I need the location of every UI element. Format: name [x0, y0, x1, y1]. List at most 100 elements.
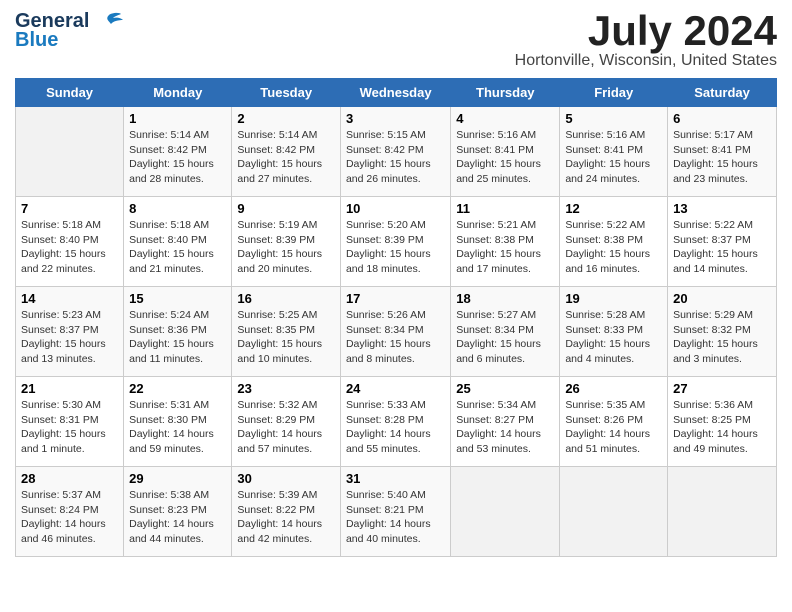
day-number: 4 — [456, 111, 554, 126]
day-number: 1 — [129, 111, 226, 126]
calendar-cell: 3 Sunrise: 5:15 AM Sunset: 8:42 PM Daylig… — [340, 107, 450, 197]
calendar-cell: 26Sunrise: 5:35 AM Sunset: 8:26 PM Dayli… — [560, 377, 668, 467]
day-number: 15 — [129, 291, 226, 306]
day-info: Sunrise: 5:34 AM Sunset: 8:27 PM Dayligh… — [456, 398, 554, 457]
day-info: Sunrise: 5:22 AM Sunset: 8:37 PM Dayligh… — [673, 218, 771, 277]
day-number: 5 — [565, 111, 662, 126]
day-info: Sunrise: 5:14 AM Sunset: 8:42 PM Dayligh… — [129, 128, 226, 187]
day-number: 20 — [673, 291, 771, 306]
calendar-cell: 31 Sunrise: 5:40 AM Sunset: 8:21 PM Dayli… — [340, 467, 450, 557]
logo-text-blue: Blue — [15, 29, 58, 52]
calendar-cell: 4 Sunrise: 5:16 AM Sunset: 8:41 PM Daylig… — [451, 107, 560, 197]
day-number: 6 — [673, 111, 771, 126]
calendar-cell: 21Sunrise: 5:30 AM Sunset: 8:31 PM Dayli… — [16, 377, 124, 467]
day-info: Sunrise: 5:17 AM Sunset: 8:41 PM Dayligh… — [673, 128, 771, 187]
calendar-cell: 28 Sunrise: 5:37 AM Sunset: 8:24 PM Dayli… — [16, 467, 124, 557]
day-info: Sunrise: 5:23 AM Sunset: 8:37 PM Dayligh… — [21, 308, 118, 367]
header-wednesday: Wednesday — [340, 79, 450, 107]
calendar-cell: 10 Sunrise: 5:20 AM Sunset: 8:39 PM Dayli… — [340, 197, 450, 287]
calendar-cell: 16 Sunrise: 5:25 AM Sunset: 8:35 PM Dayli… — [232, 287, 341, 377]
calendar-cell: 19 Sunrise: 5:28 AM Sunset: 8:33 PM Dayli… — [560, 287, 668, 377]
calendar-cell — [16, 107, 124, 197]
day-number: 21 — [21, 381, 118, 396]
month-title: July 2024 — [515, 10, 777, 52]
day-number: 30 — [237, 471, 335, 486]
calendar-cell — [451, 467, 560, 557]
day-info: Sunrise: 5:26 AM Sunset: 8:34 PM Dayligh… — [346, 308, 445, 367]
calendar-week-row: 28 Sunrise: 5:37 AM Sunset: 8:24 PM Dayli… — [16, 467, 777, 557]
day-number: 18 — [456, 291, 554, 306]
calendar-cell: 1 Sunrise: 5:14 AM Sunset: 8:42 PM Daylig… — [124, 107, 232, 197]
day-info: Sunrise: 5:20 AM Sunset: 8:39 PM Dayligh… — [346, 218, 445, 277]
calendar-cell: 7Sunrise: 5:18 AM Sunset: 8:40 PM Daylig… — [16, 197, 124, 287]
calendar-table: SundayMondayTuesdayWednesdayThursdayFrid… — [15, 78, 777, 557]
day-number: 29 — [129, 471, 226, 486]
day-info: Sunrise: 5:24 AM Sunset: 8:36 PM Dayligh… — [129, 308, 226, 367]
calendar-cell: 29Sunrise: 5:38 AM Sunset: 8:23 PM Dayli… — [124, 467, 232, 557]
calendar-cell: 17 Sunrise: 5:26 AM Sunset: 8:34 PM Dayli… — [340, 287, 450, 377]
day-number: 17 — [346, 291, 445, 306]
day-info: Sunrise: 5:37 AM Sunset: 8:24 PM Dayligh… — [21, 488, 118, 547]
logo-bird-icon — [91, 11, 123, 33]
calendar-cell: 5 Sunrise: 5:16 AM Sunset: 8:41 PM Daylig… — [560, 107, 668, 197]
day-number: 23 — [237, 381, 335, 396]
calendar-week-row: 21Sunrise: 5:30 AM Sunset: 8:31 PM Dayli… — [16, 377, 777, 467]
day-info: Sunrise: 5:22 AM Sunset: 8:38 PM Dayligh… — [565, 218, 662, 277]
day-number: 16 — [237, 291, 335, 306]
day-number: 10 — [346, 201, 445, 216]
day-number: 24 — [346, 381, 445, 396]
day-number: 11 — [456, 201, 554, 216]
day-info: Sunrise: 5:31 AM Sunset: 8:30 PM Dayligh… — [129, 398, 226, 457]
day-info: Sunrise: 5:15 AM Sunset: 8:42 PM Dayligh… — [346, 128, 445, 187]
day-info: Sunrise: 5:36 AM Sunset: 8:25 PM Dayligh… — [673, 398, 771, 457]
calendar-week-row: 14Sunrise: 5:23 AM Sunset: 8:37 PM Dayli… — [16, 287, 777, 377]
header-tuesday: Tuesday — [232, 79, 341, 107]
day-number: 19 — [565, 291, 662, 306]
header-monday: Monday — [124, 79, 232, 107]
calendar-cell: 14Sunrise: 5:23 AM Sunset: 8:37 PM Dayli… — [16, 287, 124, 377]
calendar-cell: 27Sunrise: 5:36 AM Sunset: 8:25 PM Dayli… — [668, 377, 777, 467]
day-info: Sunrise: 5:18 AM Sunset: 8:40 PM Dayligh… — [129, 218, 226, 277]
day-number: 22 — [129, 381, 226, 396]
day-number: 13 — [673, 201, 771, 216]
day-info: Sunrise: 5:21 AM Sunset: 8:38 PM Dayligh… — [456, 218, 554, 277]
calendar-cell: 20Sunrise: 5:29 AM Sunset: 8:32 PM Dayli… — [668, 287, 777, 377]
calendar-cell: 30Sunrise: 5:39 AM Sunset: 8:22 PM Dayli… — [232, 467, 341, 557]
day-info: Sunrise: 5:28 AM Sunset: 8:33 PM Dayligh… — [565, 308, 662, 367]
day-number: 12 — [565, 201, 662, 216]
day-info: Sunrise: 5:16 AM Sunset: 8:41 PM Dayligh… — [565, 128, 662, 187]
calendar-week-row: 1 Sunrise: 5:14 AM Sunset: 8:42 PM Daylig… — [16, 107, 777, 197]
calendar-cell: 23Sunrise: 5:32 AM Sunset: 8:29 PM Dayli… — [232, 377, 341, 467]
calendar-week-row: 7 Sunrise: 5:18 AM Sunset: 8:40 PM Daylig… — [16, 197, 777, 287]
header-friday: Friday — [560, 79, 668, 107]
calendar-cell: 18 Sunrise: 5:27 AM Sunset: 8:34 PM Dayli… — [451, 287, 560, 377]
day-info: Sunrise: 5:25 AM Sunset: 8:35 PM Dayligh… — [237, 308, 335, 367]
page-header: General Blue July 2024 Hortonville, Wisc… — [15, 10, 777, 70]
day-info: Sunrise: 5:40 AM Sunset: 8:21 PM Dayligh… — [346, 488, 445, 547]
header-saturday: Saturday — [668, 79, 777, 107]
header-sunday: Sunday — [16, 79, 124, 107]
day-number: 31 — [346, 471, 445, 486]
calendar-header-row: SundayMondayTuesdayWednesdayThursdayFrid… — [16, 79, 777, 107]
day-number: 7 — [21, 201, 118, 216]
calendar-cell — [560, 467, 668, 557]
location-text: Hortonville, Wisconsin, United States — [515, 52, 777, 70]
day-number: 25 — [456, 381, 554, 396]
day-number: 8 — [129, 201, 226, 216]
day-number: 28 — [21, 471, 118, 486]
calendar-cell: 22 Sunrise: 5:31 AM Sunset: 8:30 PM Dayli… — [124, 377, 232, 467]
day-info: Sunrise: 5:19 AM Sunset: 8:39 PM Dayligh… — [237, 218, 335, 277]
day-info: Sunrise: 5:14 AM Sunset: 8:42 PM Dayligh… — [237, 128, 335, 187]
calendar-cell: 12 Sunrise: 5:22 AM Sunset: 8:38 PM Dayli… — [560, 197, 668, 287]
day-info: Sunrise: 5:35 AM Sunset: 8:26 PM Dayligh… — [565, 398, 662, 457]
day-number: 9 — [237, 201, 335, 216]
calendar-cell: 8 Sunrise: 5:18 AM Sunset: 8:40 PM Daylig… — [124, 197, 232, 287]
day-info: Sunrise: 5:27 AM Sunset: 8:34 PM Dayligh… — [456, 308, 554, 367]
calendar-cell: 15 Sunrise: 5:24 AM Sunset: 8:36 PM Dayli… — [124, 287, 232, 377]
calendar-cell: 9 Sunrise: 5:19 AM Sunset: 8:39 PM Daylig… — [232, 197, 341, 287]
day-info: Sunrise: 5:33 AM Sunset: 8:28 PM Dayligh… — [346, 398, 445, 457]
header-thursday: Thursday — [451, 79, 560, 107]
day-info: Sunrise: 5:16 AM Sunset: 8:41 PM Dayligh… — [456, 128, 554, 187]
day-number: 3 — [346, 111, 445, 126]
calendar-cell: 24 Sunrise: 5:33 AM Sunset: 8:28 PM Dayli… — [340, 377, 450, 467]
